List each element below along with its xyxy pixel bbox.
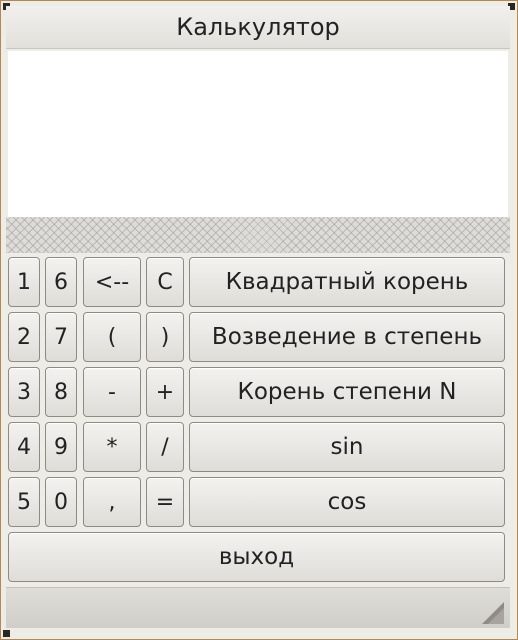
digit-6-button[interactable]: 6 [45,257,77,307]
divide-button[interactable]: / [146,422,184,472]
left-paren-button[interactable]: ( [83,312,141,362]
digit-3-button[interactable]: 3 [8,367,40,417]
digit-4-button[interactable]: 4 [8,422,40,472]
digit-5-button[interactable]: 5 [8,477,40,527]
plus-button[interactable]: + [146,367,184,417]
multiply-button[interactable]: * [83,422,141,472]
digit-0-button[interactable]: 0 [45,477,77,527]
digit-2-button[interactable]: 2 [8,312,40,362]
square-root-button[interactable]: Квадратный корень [189,257,505,307]
resize-grip-icon[interactable] [482,602,504,624]
cos-button[interactable]: cos [189,477,505,527]
power-button[interactable]: Возведение в степень [189,312,505,362]
clear-button[interactable]: C [146,257,184,307]
decorative-pattern-strip [6,217,510,253]
backspace-button[interactable]: <-- [83,257,141,307]
result-display[interactable] [8,51,508,217]
status-bar [6,587,510,628]
digit-8-button[interactable]: 8 [45,367,77,417]
calculator-window: Калькулятор 1 6 <-- C Квадратный корень … [0,0,518,640]
digit-1-button[interactable]: 1 [8,257,40,307]
comma-button[interactable]: , [83,477,141,527]
equals-button[interactable]: = [146,477,184,527]
title-bar[interactable]: Калькулятор [6,6,510,49]
minus-button[interactable]: - [83,367,141,417]
window-title: Калькулятор [176,13,340,41]
digit-7-button[interactable]: 7 [45,312,77,362]
window-corner-bottom-left [3,630,10,637]
exit-button[interactable]: выход [8,532,505,582]
sin-button[interactable]: sin [189,422,505,472]
digit-9-button[interactable]: 9 [45,422,77,472]
right-paren-button[interactable]: ) [146,312,184,362]
nth-root-button[interactable]: Корень степени N [189,367,505,417]
